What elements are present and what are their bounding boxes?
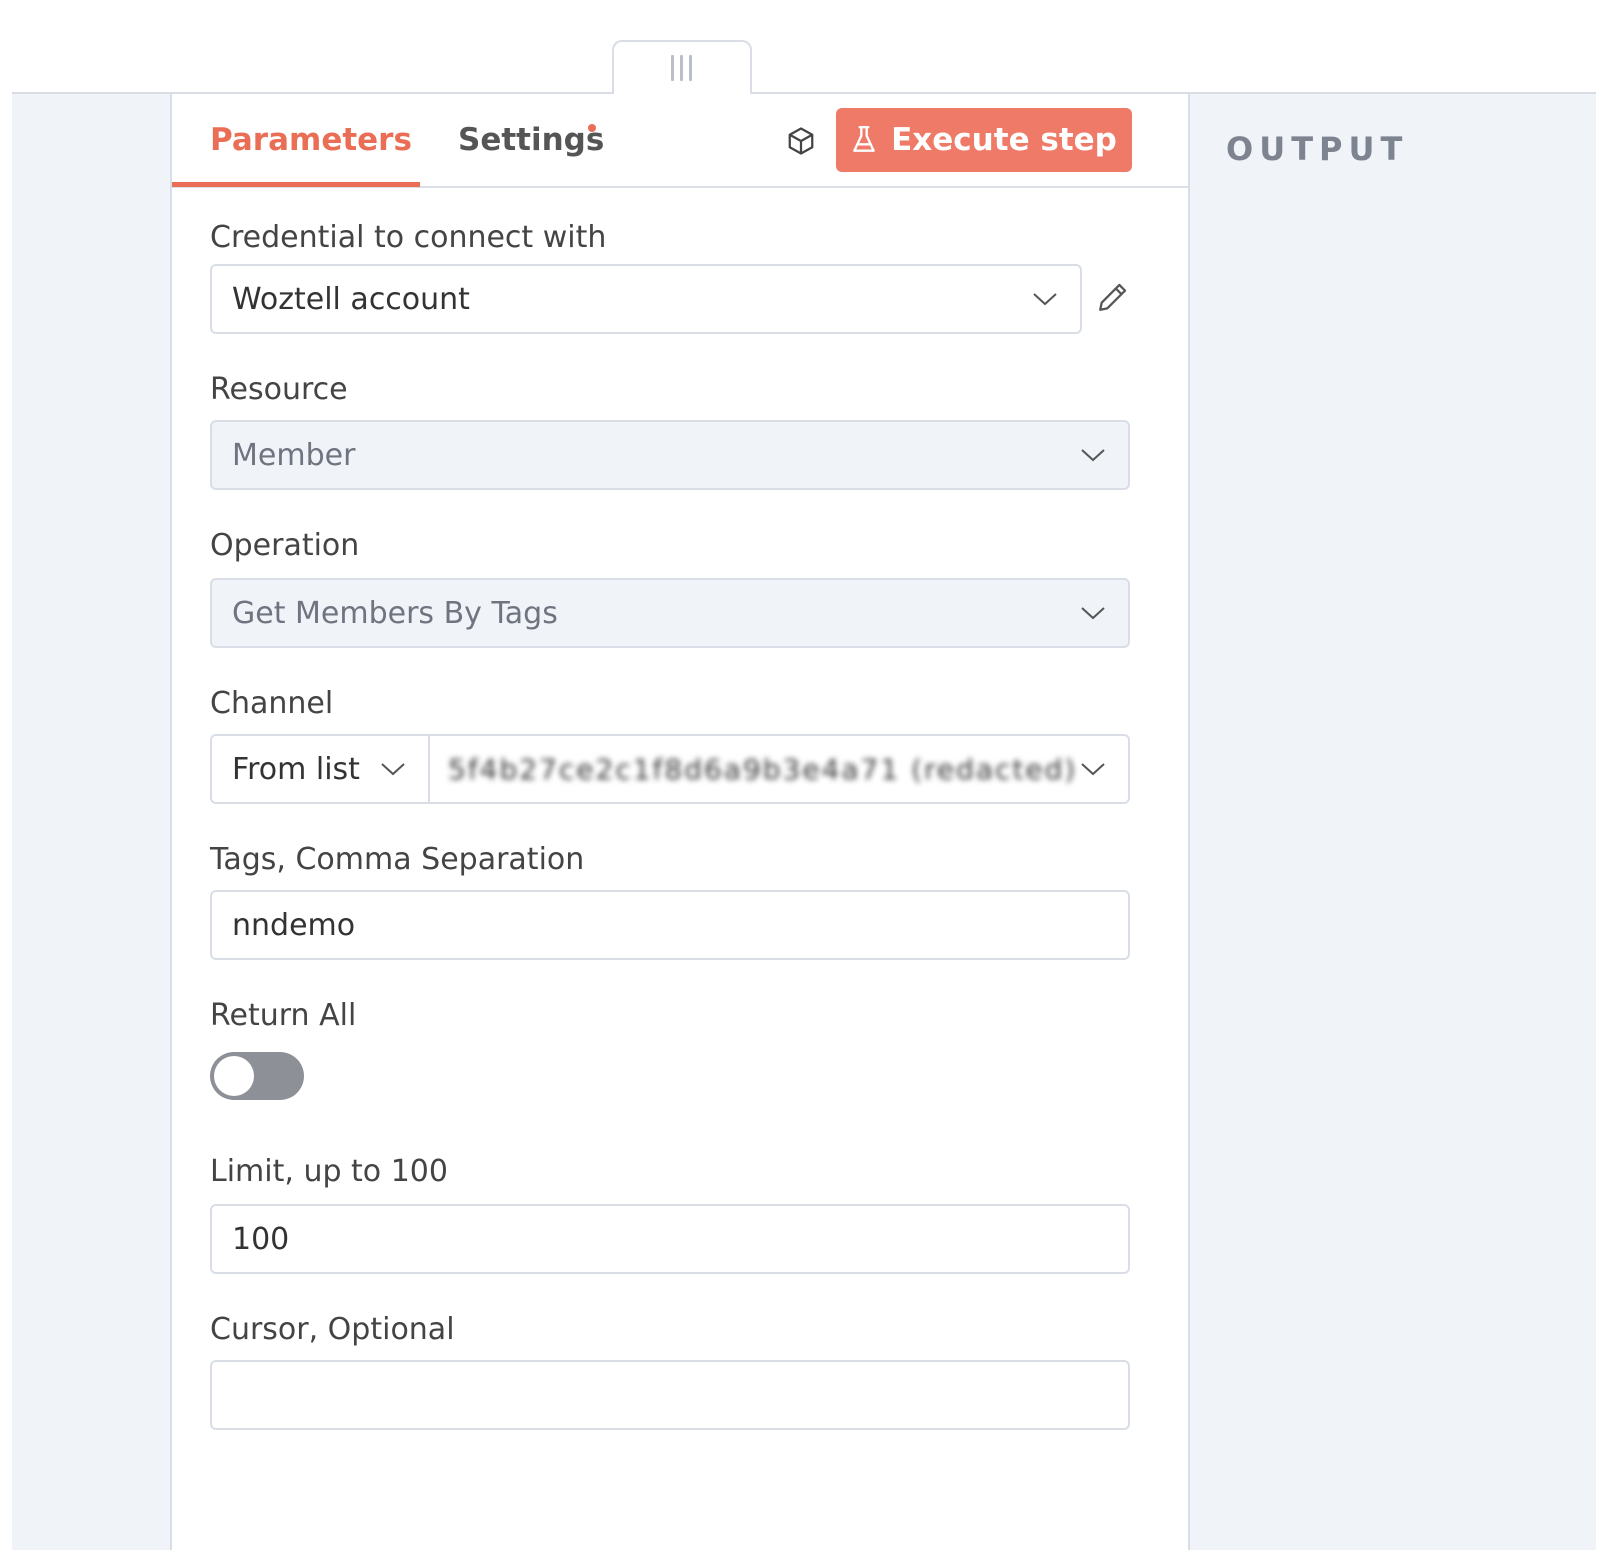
credential-label: Credential to connect with — [210, 220, 607, 255]
tags-label: Tags, Comma Separation — [210, 842, 585, 877]
limit-label: Limit, up to 100 — [210, 1154, 448, 1189]
limit-input[interactable]: 100 — [210, 1204, 1130, 1274]
resource-value: Member — [232, 437, 356, 473]
channel-value: 5f4b27ce2c1f8d6a9b3e4a71 (redacted) — [448, 752, 1078, 786]
tags-input[interactable]: nndemo — [210, 890, 1130, 960]
channel-locator: From list 5f4b27ce2c1f8d6a9b3e4a71 (reda… — [210, 734, 1130, 804]
panel-drag-handle[interactable] — [612, 40, 752, 94]
chevron-down-icon — [1081, 607, 1105, 620]
chevron-down-icon — [1081, 763, 1105, 776]
channel-mode-value: From list — [232, 751, 360, 787]
tab-settings[interactable]: Settings — [458, 122, 604, 158]
channel-mode-select[interactable]: From list — [212, 736, 430, 802]
chevron-down-icon — [1081, 449, 1105, 462]
output-title: OUTPUT — [1226, 130, 1409, 168]
chevron-down-icon — [1033, 293, 1057, 306]
execute-step-button[interactable]: Execute step — [836, 108, 1132, 172]
settings-changed-dot — [588, 124, 596, 132]
tab-parameters[interactable]: Parameters — [210, 122, 412, 158]
resource-label: Resource — [210, 372, 348, 407]
output-pane: OUTPUT — [1190, 94, 1596, 1550]
drag-handle-icon — [671, 55, 692, 81]
return-all-label: Return All — [210, 998, 357, 1033]
tags-value: nndemo — [232, 907, 356, 943]
input-pane — [12, 94, 170, 1550]
credential-value: Woztell account — [232, 281, 470, 317]
tab-bar: Parameters Settings Execute step — [172, 94, 1188, 188]
cube-icon[interactable] — [786, 126, 816, 156]
flask-icon — [853, 125, 875, 152]
pencil-icon[interactable] — [1096, 280, 1130, 314]
operation-select[interactable]: Get Members By Tags — [210, 578, 1130, 648]
channel-value-select[interactable]: 5f4b27ce2c1f8d6a9b3e4a71 (redacted) — [432, 736, 1128, 802]
parameters-panel: Parameters Settings Execute step Credent… — [170, 92, 1190, 1550]
active-tab-indicator — [172, 182, 420, 187]
toggle-knob — [214, 1056, 254, 1096]
chevron-down-icon — [381, 763, 405, 776]
channel-label: Channel — [210, 686, 334, 721]
operation-label: Operation — [210, 528, 360, 563]
cursor-input[interactable] — [210, 1360, 1130, 1430]
operation-value: Get Members By Tags — [232, 595, 558, 631]
return-all-toggle[interactable] — [210, 1052, 304, 1100]
credential-select[interactable]: Woztell account — [210, 264, 1082, 334]
execute-step-label: Execute step — [891, 122, 1117, 158]
cursor-label: Cursor, Optional — [210, 1312, 455, 1347]
limit-value: 100 — [232, 1221, 290, 1257]
resource-select[interactable]: Member — [210, 420, 1130, 490]
